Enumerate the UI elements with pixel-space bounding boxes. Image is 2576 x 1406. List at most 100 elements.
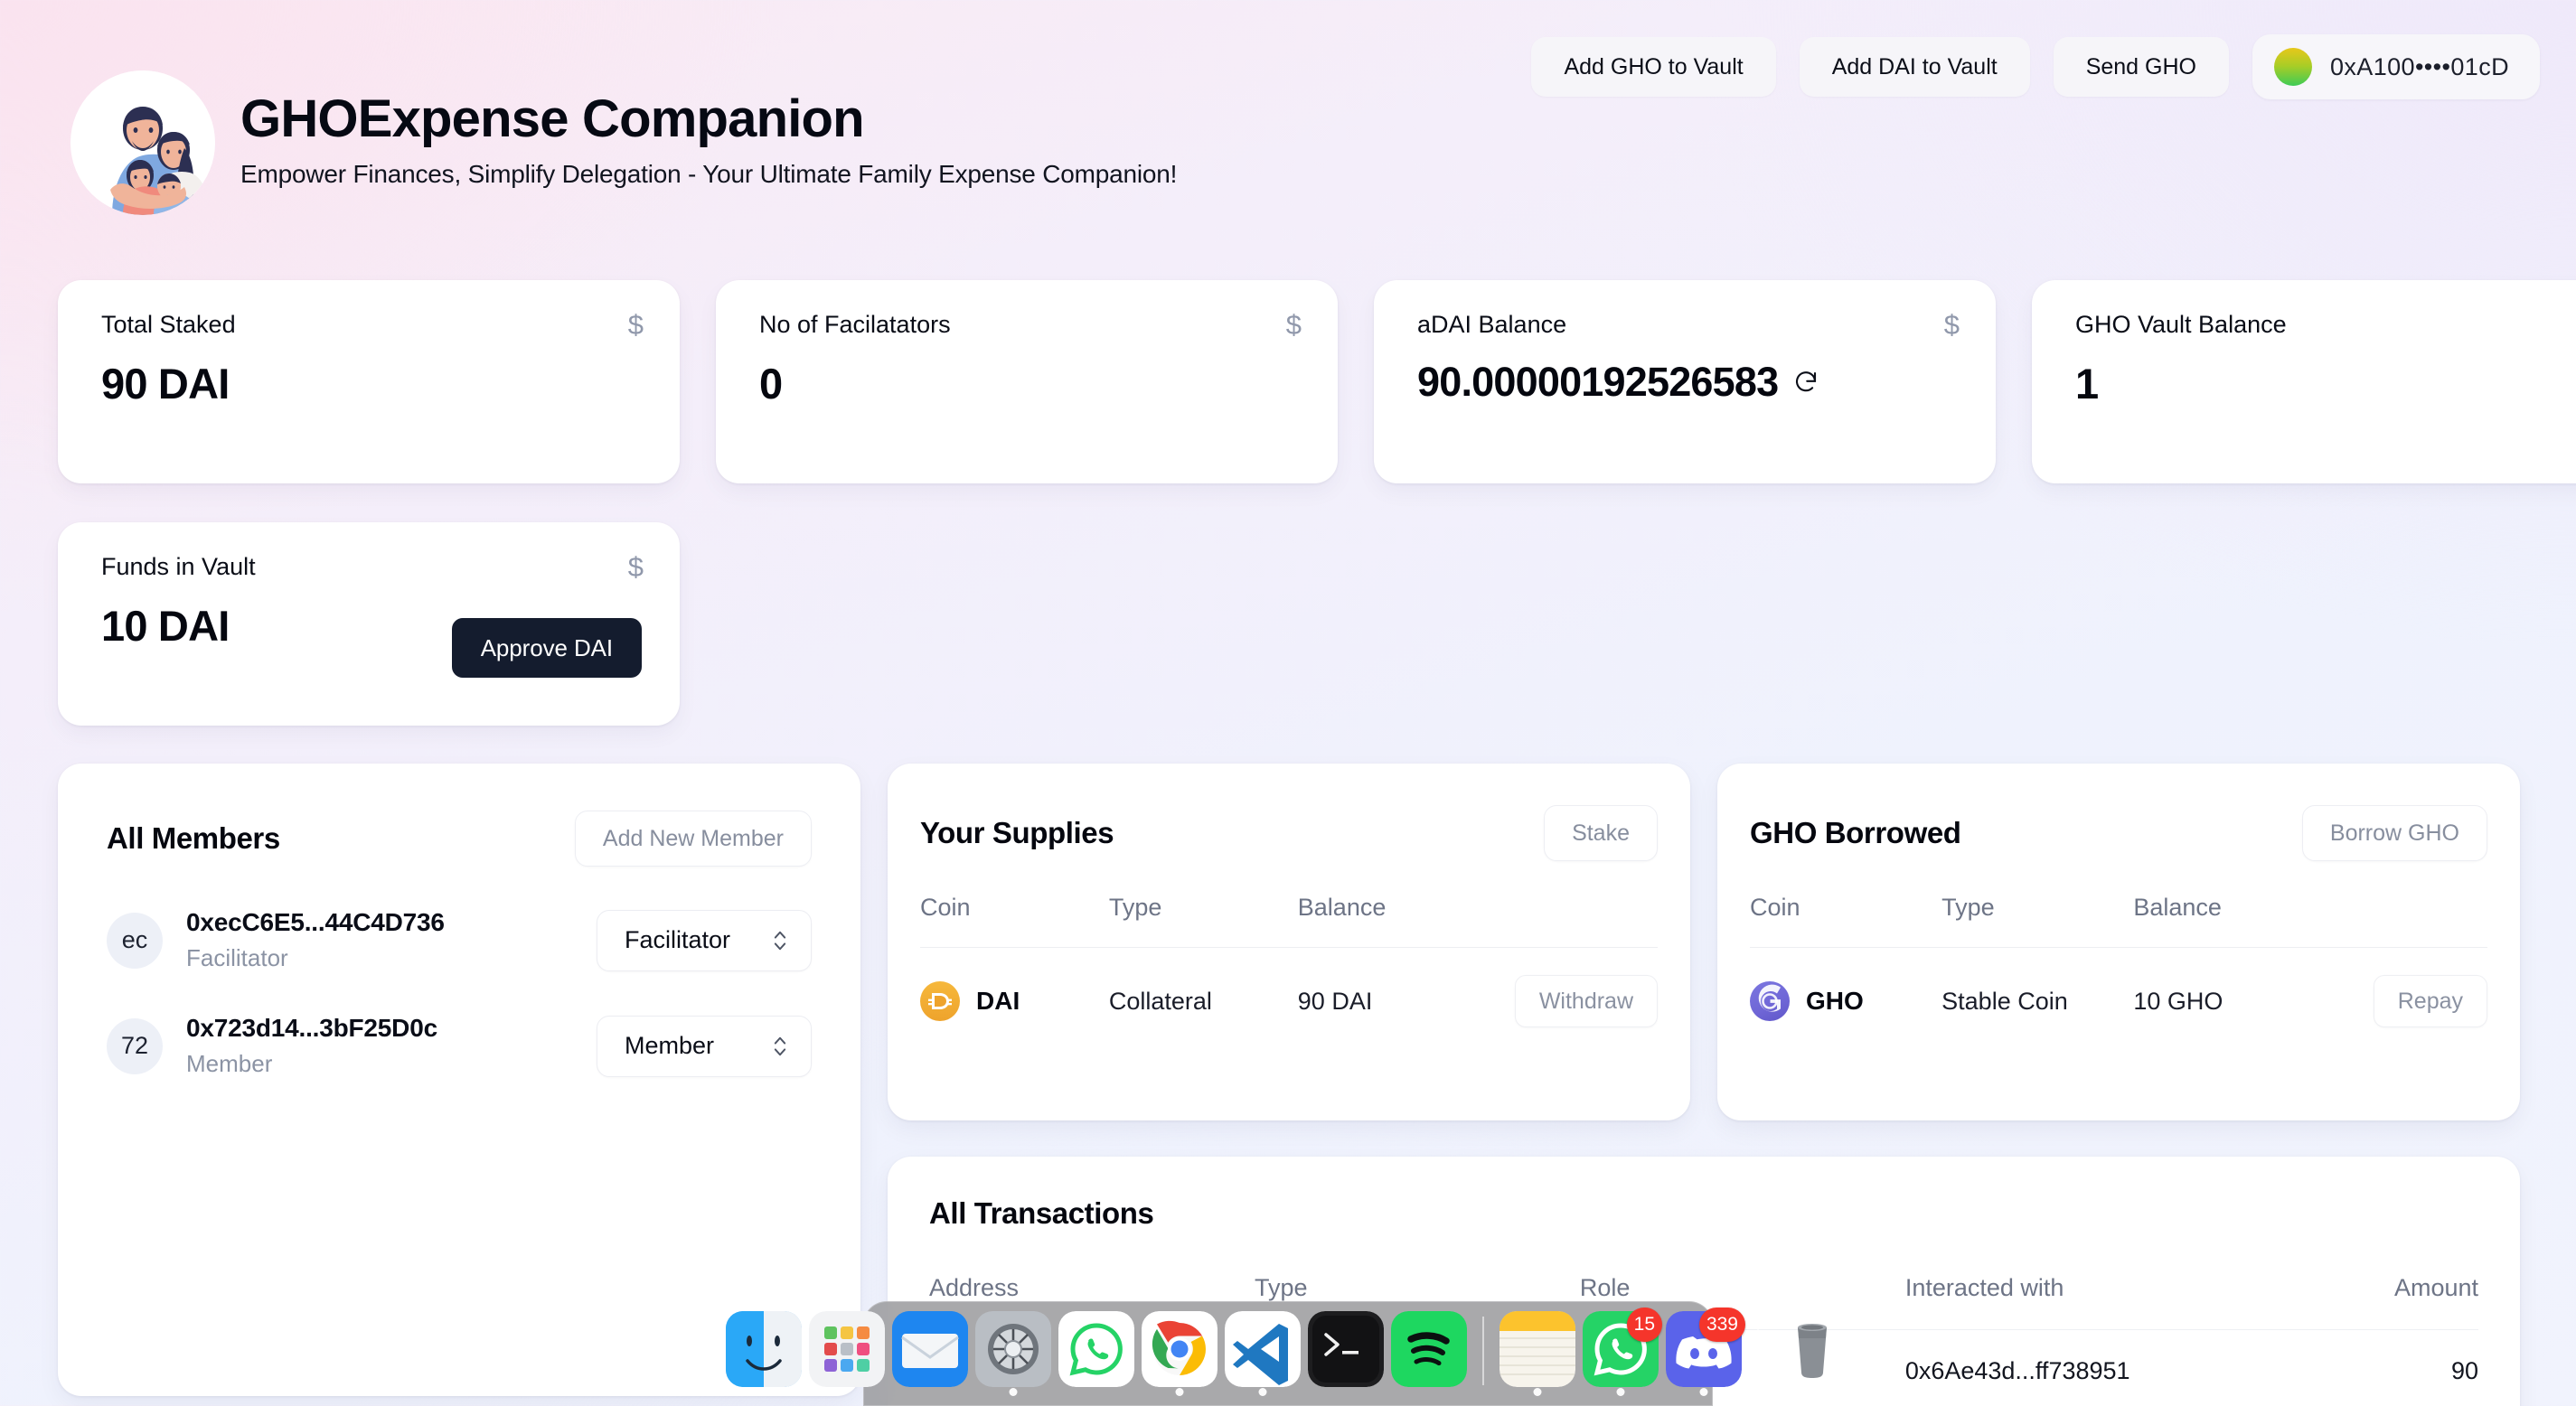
supplies-panel-title: Your Supplies [920,816,1114,849]
wallet-avatar-icon [2273,48,2312,86]
mail-icon [892,1311,968,1387]
supplies-balance-cell: 90 DAI [1297,987,1373,1015]
column-header-balance: Balance [1297,894,1387,921]
brand-text: GHOExpense Companion Empower Finances, S… [240,89,1178,195]
add-new-member-button[interactable]: Add New Member [574,811,812,867]
stake-button[interactable]: Stake [1544,805,1658,861]
member-role-select-value: Member [625,1032,715,1059]
column-header-interacted-with: Interacted with [1904,1274,2064,1301]
stat-cards-row: Total Staked $ 90 DAI No of Facilatators… [58,280,2576,483]
borrow-gho-button[interactable]: Borrow GHO [2301,805,2487,861]
members-panel-header: All Members Add New Member [107,811,812,867]
member-list-item: ec 0xecC6E5...44C4D736 Facilitator Facil… [107,908,812,972]
dollar-icon: $ [1285,309,1302,341]
stat-card-gho-vault-balance: GHO Vault Balance $ 1 [2032,280,2576,483]
chevron-up-down-icon [771,1033,789,1060]
supplies-type-cell: Collateral [1108,987,1212,1015]
terminal-icon [1308,1311,1384,1387]
whatsapp-icon [1058,1311,1134,1387]
finder-icon [726,1311,802,1387]
dock-item-finder[interactable] [726,1311,802,1398]
column-header-balance: Balance [2133,894,2222,921]
repay-button[interactable]: Repay [2373,975,2487,1027]
tx-interacted-with-cell: 0x6Ae43d...ff738951 [1904,1357,2130,1384]
app-header: GHOExpense Companion Empower Finances, S… [0,0,2576,242]
launchpad-icon [809,1311,885,1387]
dock-item-system-settings[interactable] [975,1311,1051,1398]
spotify-icon [1391,1311,1467,1387]
dock-item-notes[interactable] [1500,1311,1575,1398]
add-dai-to-vault-button[interactable]: Add DAI to Vault [1799,37,2030,97]
borrowed-balance-cell: 10 GHO [2133,987,2223,1015]
stat-value: 0 [759,360,783,408]
dock-item-trash[interactable] [1774,1311,1850,1398]
dock-item-launchpad[interactable] [809,1311,885,1398]
stat-value: 1 [2075,360,2099,408]
member-role-select[interactable]: Facilitator [597,909,812,971]
dock-item-discord[interactable]: 339 [1666,1308,1745,1398]
dock-item-spotify[interactable] [1391,1311,1467,1398]
column-header-type: Type [1108,894,1162,921]
borrowed-panel-title: GHO Borrowed [1750,816,1961,849]
header-actions: Add GHO to Vault Add DAI to Vault Send G… [1531,34,2540,99]
dock-item-terminal[interactable] [1308,1311,1384,1398]
all-members-panel: All Members Add New Member ec 0xecC6E5..… [58,764,860,1396]
stat-card-adai-balance: aDAI Balance $ 90.00000192526583 [1374,280,1996,483]
discord-badge-count: 339 [1698,1308,1745,1342]
member-address: 0xecC6E5...44C4D736 [186,908,445,936]
transactions-panel-title: All Transactions [929,1196,1154,1230]
coin-name: DAI [976,987,1020,1015]
borrowed-action-cell: Repay [2355,948,2487,1055]
stat-label: aDAI Balance [1417,311,1567,338]
supplies-table: Coin Type Balance DAI Collateral 90 DAI … [920,894,1658,1054]
app-root: GHOExpense Companion Empower Finances, S… [0,0,2576,1406]
send-gho-button[interactable]: Send GHO [2053,37,2229,97]
tx-amount-cell: 90 [2450,1357,2478,1384]
brand: GHOExpense Companion Empower Finances, S… [71,70,1177,215]
member-role-select[interactable]: Member [597,1015,812,1077]
add-gho-to-vault-button[interactable]: Add GHO to Vault [1531,37,1776,97]
withdraw-button[interactable]: Withdraw [1514,975,1658,1027]
borrowed-type-cell: Stable Coin [1941,987,2068,1015]
dock-item-chrome[interactable] [1142,1311,1217,1398]
stat-card-no-of-facilitators: No of Facilatators $ 0 [716,280,1338,483]
stat-value: 90 DAI [101,360,230,408]
stat-label: GHO Vault Balance [2075,311,2287,338]
your-supplies-panel: Your Supplies Stake Coin Type Balance DA… [888,764,1690,1120]
app-logo-family-icon [71,70,215,215]
member-info: 0xecC6E5...44C4D736 Facilitator [186,908,597,972]
page-title: GHOExpense Companion [240,89,865,148]
dock-item-whatsapp[interactable] [1058,1311,1134,1398]
borrowed-table: Coin Type Balance GHO Stable Coin 10 GHO… [1750,894,2487,1054]
wallet-address-label: 0xA100••••01cD [2329,52,2509,80]
refresh-icon[interactable] [1792,369,1819,396]
stat-card-total-staked: Total Staked $ 90 DAI [58,280,680,483]
wallet-address-chip[interactable]: 0xA100••••01cD [2252,34,2540,99]
member-role-label: Facilitator [186,944,288,971]
running-indicator [1258,1388,1267,1396]
member-info: 0x723d14...3bF25D0c Member [186,1014,597,1078]
member-role-select-value: Facilitator [625,926,731,953]
dock-item-vscode[interactable] [1225,1311,1301,1398]
column-header-amount: Amount [2393,1274,2478,1301]
running-indicator [759,1388,768,1396]
macos-dock: 15 339 [726,1301,1827,1406]
dock-item-whatsapp-2[interactable]: 15 [1583,1308,1662,1398]
dock-item-mail[interactable] [892,1311,968,1398]
running-indicator [1175,1388,1184,1396]
column-header-coin: Coin [1750,894,1800,921]
page-subtitle: Empower Finances, Simplify Delegation - … [240,160,1178,189]
stat-cards-row-2: Funds in Vault $ 10 DAI Approve DAI [58,522,680,726]
running-indicator [1616,1388,1625,1396]
member-list-item: 72 0x723d14...3bF25D0c Member Member [107,1014,812,1078]
approve-dai-button[interactable]: Approve DAI [451,618,642,678]
coin-name: GHO [1806,987,1864,1015]
supplies-action-cell: Withdraw [1514,948,1658,1055]
stat-label: Total Staked [101,311,236,338]
dai-coin-icon [920,981,960,1021]
dollar-icon: $ [627,309,644,341]
supplies-panel-header: Your Supplies Stake [920,805,1658,861]
table-row: DAI Collateral 90 DAI Withdraw [920,947,1658,1055]
stat-value: 90.00000192526583 [1417,359,1779,405]
vscode-icon [1225,1311,1301,1387]
